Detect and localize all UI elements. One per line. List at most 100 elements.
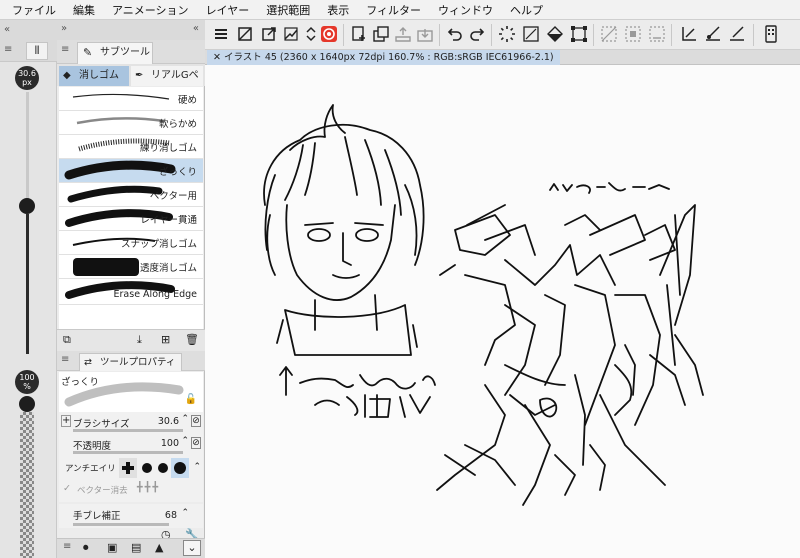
- subtool-item-erase-along-edge[interactable]: Erase Along Edge: [59, 279, 203, 305]
- close-icon[interactable]: ✕: [213, 52, 224, 63]
- collapse-right-icon[interactable]: »: [61, 23, 67, 34]
- deselect-icon[interactable]: [599, 24, 619, 44]
- upload-icon[interactable]: [393, 24, 413, 44]
- pen-snap-icon[interactable]: [727, 24, 747, 44]
- menu-layer[interactable]: レイヤー: [206, 2, 250, 18]
- subtool-item-hard[interactable]: 硬め: [59, 87, 203, 111]
- panel-menu-icon[interactable]: ≡: [61, 44, 69, 55]
- panel-menu-icon[interactable]: ≡: [4, 44, 12, 55]
- fill-icon[interactable]: [545, 24, 565, 44]
- check-icon[interactable]: ✓: [63, 483, 71, 494]
- stepper-icon[interactable]: ⌃: [181, 414, 189, 424]
- app-logo-icon[interactable]: [319, 24, 339, 44]
- new-canvas-icon[interactable]: [235, 24, 255, 44]
- duplicate-icon[interactable]: [371, 24, 391, 44]
- palette-header: « ≡ ⦀: [0, 20, 57, 62]
- subtool-item-through-layer[interactable]: レイヤー貫通: [59, 207, 203, 231]
- document-tab[interactable]: ✕ イラスト 45 (2360 x 1640px 72dpi 160.7% : …: [207, 50, 560, 65]
- stabilization-row[interactable]: 手ブレ補正 68 ⌃: [59, 504, 203, 528]
- menu-selection[interactable]: 選択範囲: [266, 2, 310, 18]
- antialias-row[interactable]: アンチエイリ ⌃: [59, 456, 203, 480]
- redo-icon[interactable]: [467, 24, 487, 44]
- opacity-track[interactable]: [20, 412, 34, 558]
- expand-icon[interactable]: +: [61, 415, 71, 427]
- menu-animation[interactable]: アニメーション: [112, 2, 189, 18]
- subtool-item-kneaded[interactable]: 練り消しゴム: [59, 135, 203, 159]
- invert-selection-icon[interactable]: [623, 24, 643, 44]
- menu-help[interactable]: ヘルプ: [510, 2, 543, 18]
- record-icon[interactable]: ⏺: [83, 541, 89, 555]
- menu-file[interactable]: ファイル: [12, 2, 56, 18]
- stepper-icon[interactable]: [301, 24, 321, 44]
- menu-view[interactable]: 表示: [327, 2, 349, 18]
- stepper-icon[interactable]: ⌃: [181, 436, 189, 446]
- tab-subtool[interactable]: ✎ サブツール: [77, 42, 153, 64]
- chart-icon[interactable]: ▲: [155, 541, 163, 554]
- tab-tool-property[interactable]: ⇄ ツールプロパティ: [79, 353, 183, 371]
- brush-size-slider-handle[interactable]: [19, 198, 35, 214]
- panel-menu-icon[interactable]: ≡: [61, 354, 69, 365]
- stepper-icon[interactable]: ⌃: [181, 508, 189, 518]
- subtool-detail-icon[interactable]: ⧉: [63, 333, 71, 347]
- brush-snap-icon[interactable]: [703, 24, 723, 44]
- subtool-label: 軟らかめ: [158, 119, 197, 130]
- device-icon[interactable]: [761, 24, 781, 44]
- drawing-canvas[interactable]: [205, 65, 800, 558]
- trash-icon[interactable]: 🗑: [185, 333, 199, 346]
- brush-size-unit: px: [22, 78, 32, 87]
- panel-menu-icon[interactable]: ≡: [63, 541, 71, 552]
- brush-size-track-lower[interactable]: [26, 214, 29, 354]
- import-icon[interactable]: ⤓: [137, 333, 142, 347]
- chevron-down-icon[interactable]: ⌄: [183, 540, 201, 556]
- subtool-item-vector[interactable]: ベクター用: [59, 183, 203, 207]
- vector-erase-options-icon[interactable]: ╋╋╋: [137, 482, 160, 493]
- brush-size-row[interactable]: + ブラシサイズ 30.6 ⌃ ⊘: [59, 412, 203, 434]
- opacity-row[interactable]: 不透明度 100 ⌃ ⊘: [59, 434, 203, 456]
- open-icon[interactable]: [259, 24, 279, 44]
- subtool-item-rough[interactable]: ざっくり: [59, 159, 203, 183]
- document-tab-label: イラスト 45 (2360 x 1640px 72dpi 160.7% : RG…: [223, 52, 554, 63]
- menu-filter[interactable]: フィルター: [366, 2, 421, 18]
- subtool-label: ベクター用: [149, 191, 197, 202]
- crop-icon[interactable]: [647, 24, 667, 44]
- opacity-slider-handle[interactable]: [19, 396, 35, 412]
- brush-size-tab-icon[interactable]: ⦀: [26, 42, 48, 60]
- group-tab-label: リアルGペ: [151, 70, 199, 81]
- gallery-icon[interactable]: ▤: [131, 541, 141, 554]
- subtool-item-snap[interactable]: スナップ消しゴム: [59, 231, 203, 255]
- pressure-icon[interactable]: ⊘: [191, 437, 201, 449]
- opacity-bar[interactable]: [73, 451, 183, 454]
- menu-edit[interactable]: 編集: [73, 2, 95, 18]
- loading-icon[interactable]: [497, 24, 517, 44]
- select-transform-icon[interactable]: [569, 24, 589, 44]
- pressure-icon[interactable]: ⊘: [191, 415, 201, 427]
- clear-icon[interactable]: [521, 24, 541, 44]
- stabilization-bar[interactable]: [73, 523, 169, 526]
- collapse-left-icon[interactable]: «: [4, 24, 10, 35]
- stepper-icon[interactable]: ⌃: [193, 462, 201, 472]
- export-icon[interactable]: [349, 24, 369, 44]
- lock-icon[interactable]: 🔓: [185, 394, 197, 405]
- ruler-icon[interactable]: [679, 24, 699, 44]
- collapse-panel-icon[interactable]: «: [193, 23, 199, 34]
- vector-erase-row[interactable]: ✓ ベクター消去 ╋╋╋: [59, 480, 203, 502]
- brush-size-bar[interactable]: [73, 429, 183, 432]
- brush-size-field[interactable]: 30.6: [158, 416, 179, 427]
- antialias-options[interactable]: [119, 458, 199, 478]
- menu-window[interactable]: ウィンドウ: [438, 2, 493, 18]
- group-tab-eraser[interactable]: ◆ 消しゴム: [59, 66, 129, 86]
- cloud-icon[interactable]: [415, 24, 435, 44]
- stabilization-field[interactable]: 68: [165, 510, 177, 521]
- undo-icon[interactable]: [445, 24, 465, 44]
- brush-size-track-upper[interactable]: [26, 92, 29, 204]
- group-tab-gpen[interactable]: ✒ リアルGペ: [131, 66, 203, 86]
- subtool-item-transparent[interactable]: 透度消しゴム: [59, 255, 203, 279]
- save-icon[interactable]: [281, 24, 301, 44]
- image-icon[interactable]: ▣: [107, 541, 117, 554]
- opacity-field[interactable]: 100: [161, 438, 179, 449]
- command-bar: [205, 20, 800, 50]
- menu-icon[interactable]: [211, 24, 231, 44]
- subtool-item-soft[interactable]: 軟らかめ: [59, 111, 203, 135]
- sketch-artwork: [263, 104, 704, 506]
- copy-subtool-icon[interactable]: ⊞: [161, 333, 170, 346]
